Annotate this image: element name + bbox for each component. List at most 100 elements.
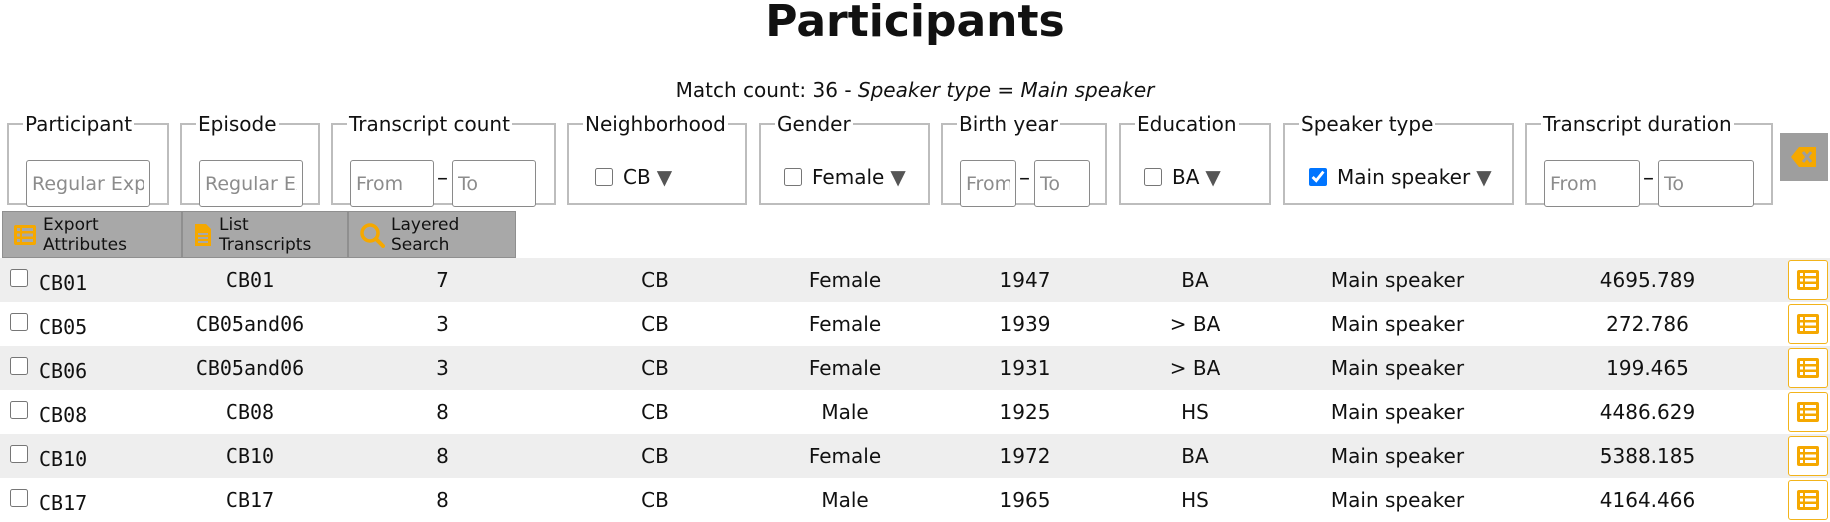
neighborhood-value: CB [623, 165, 651, 189]
transcript-duration-from-input[interactable] [1544, 160, 1640, 207]
row-select-checkbox[interactable] [10, 313, 28, 331]
cell-education: HS [1181, 400, 1209, 424]
cell-education: BA [1181, 444, 1209, 468]
participant-attributes-button[interactable] [1788, 392, 1828, 432]
table-row: CB01 CB01 7 CB Female 1947 BA Main speaker 4695.… [0, 258, 1830, 302]
participant-id[interactable]: CB01 [39, 258, 87, 302]
speaker-type-checkbox[interactable] [1309, 168, 1327, 186]
match-count-label: Match count: 36 - [675, 78, 858, 102]
education-option[interactable]: BA ▼ [1144, 165, 1221, 189]
participant-attributes-button[interactable] [1788, 436, 1828, 476]
table-row: CB10 CB10 8 CB Female 1972 BA Main speaker 5388.… [0, 434, 1830, 478]
participant-id[interactable]: CB05 [39, 302, 87, 346]
cell-speaker-type: Main speaker [1330, 444, 1465, 468]
birth-year-filter: Birth year – [941, 112, 1107, 207]
row-select-checkbox[interactable] [10, 489, 28, 507]
participant-id[interactable]: CB17 [39, 478, 87, 522]
cell-duration: 272.786 [1606, 312, 1689, 336]
gender-checkbox[interactable] [784, 168, 802, 186]
participant-id[interactable]: CB10 [39, 434, 87, 478]
transcript-count-to-input[interactable] [452, 160, 536, 207]
cell-transcript-count: 8 [436, 444, 449, 468]
match-filter-attribute: Speaker type [857, 78, 992, 102]
cell-episode: CB08 [225, 400, 275, 424]
dropdown-caret-icon[interactable]: ▼ [1205, 165, 1220, 189]
cell-duration: 4164.466 [1599, 488, 1696, 512]
cell-speaker-type: Main speaker [1330, 312, 1465, 336]
participant-regex-input[interactable] [26, 160, 150, 207]
cell-transcript-count: 8 [436, 400, 449, 424]
education-checkbox[interactable] [1144, 168, 1162, 186]
cell-transcript-count: 8 [436, 488, 449, 512]
dropdown-caret-icon[interactable]: ▼ [1476, 165, 1491, 189]
cell-birth-year: 1947 [999, 268, 1051, 292]
cell-episode: CB10 [225, 444, 275, 468]
cell-episode: CB05and06 [195, 356, 305, 380]
cell-gender: Female [808, 268, 882, 292]
transcript-count-from-input[interactable] [350, 160, 434, 207]
participant-attributes-button[interactable] [1788, 348, 1828, 388]
cell-gender: Male [821, 400, 869, 424]
cell-neighborhood: CB [641, 488, 669, 512]
episode-regex-input[interactable] [199, 160, 303, 207]
list-transcripts-button[interactable]: List Transcripts [182, 211, 348, 258]
cell-transcript-count: 3 [436, 356, 449, 380]
participant-attributes-button[interactable] [1788, 260, 1828, 300]
clear-filters-button[interactable] [1780, 133, 1828, 181]
backspace-icon [1791, 147, 1816, 167]
episode-filter-legend: Episode [198, 112, 277, 136]
cell-episode: CB05and06 [195, 312, 305, 336]
export-attributes-button[interactable]: Export Attributes [2, 211, 182, 258]
row-select-checkbox[interactable] [10, 445, 28, 463]
table-row: CB17 CB17 8 CB Male 1965 HS Main speaker 4164.46… [0, 478, 1830, 522]
list-icon [1796, 401, 1820, 423]
dropdown-caret-icon[interactable]: ▼ [890, 165, 905, 189]
cell-episode: CB17 [225, 488, 275, 512]
table-row: CB06 CB05and06 3 CB Female 1931 > BA Main speak… [0, 346, 1830, 390]
range-dash: – [1643, 166, 1654, 191]
list-transcripts-label: List Transcripts [219, 214, 312, 255]
birth-year-from-input[interactable] [960, 160, 1016, 207]
cell-birth-year: 1939 [999, 312, 1051, 336]
neighborhood-checkbox[interactable] [595, 168, 613, 186]
speaker-type-option[interactable]: Main speaker ▼ [1309, 165, 1492, 189]
dropdown-caret-icon[interactable]: ▼ [657, 165, 672, 189]
row-select-checkbox[interactable] [10, 269, 28, 287]
cell-education: BA [1181, 268, 1209, 292]
page-title: Participants [765, 0, 1065, 47]
cell-gender: Female [808, 312, 882, 336]
education-value: BA [1172, 165, 1200, 189]
match-count: Match count: 36 - Speaker type = Main sp… [0, 78, 1830, 102]
cell-duration: 5388.185 [1599, 444, 1696, 468]
birth-year-to-input[interactable] [1034, 160, 1090, 207]
list-icon [1796, 313, 1820, 335]
cell-speaker-type: Main speaker [1330, 268, 1465, 292]
list-icon [1796, 445, 1820, 467]
cell-speaker-type: Main speaker [1330, 488, 1465, 512]
participant-attributes-button[interactable] [1788, 480, 1828, 520]
cell-birth-year: 1972 [999, 444, 1051, 468]
participant-filter: Participant [7, 113, 169, 207]
transcript-duration-to-input[interactable] [1658, 160, 1754, 207]
match-filter-value: Main speaker [1020, 78, 1155, 102]
cell-neighborhood: CB [641, 312, 669, 336]
participant-id[interactable]: CB06 [39, 346, 87, 390]
cell-speaker-type: Main speaker [1330, 400, 1465, 424]
layered-search-label: Layered Search [391, 214, 460, 255]
table-row: CB08 CB08 8 CB Male 1925 HS Main speaker 4486.62… [0, 390, 1830, 434]
row-select-checkbox[interactable] [10, 401, 28, 419]
participant-id[interactable]: CB08 [39, 390, 87, 434]
birth-year-filter-legend: Birth year [959, 112, 1058, 136]
participant-attributes-button[interactable] [1788, 304, 1828, 344]
speaker-type-filter: Speaker type Main speaker ▼ [1283, 113, 1514, 205]
row-select-checkbox[interactable] [10, 357, 28, 375]
cell-speaker-type: Main speaker [1330, 356, 1465, 380]
match-filter-equals: = [991, 78, 1021, 102]
neighborhood-option[interactable]: CB ▼ [595, 165, 672, 189]
gender-option[interactable]: Female ▼ [784, 165, 906, 189]
layered-search-button[interactable]: Layered Search [348, 211, 516, 258]
cell-gender: Male [821, 488, 869, 512]
cell-birth-year: 1931 [999, 356, 1051, 380]
cell-education: HS [1181, 488, 1209, 512]
cell-education: > BA [1169, 312, 1221, 336]
